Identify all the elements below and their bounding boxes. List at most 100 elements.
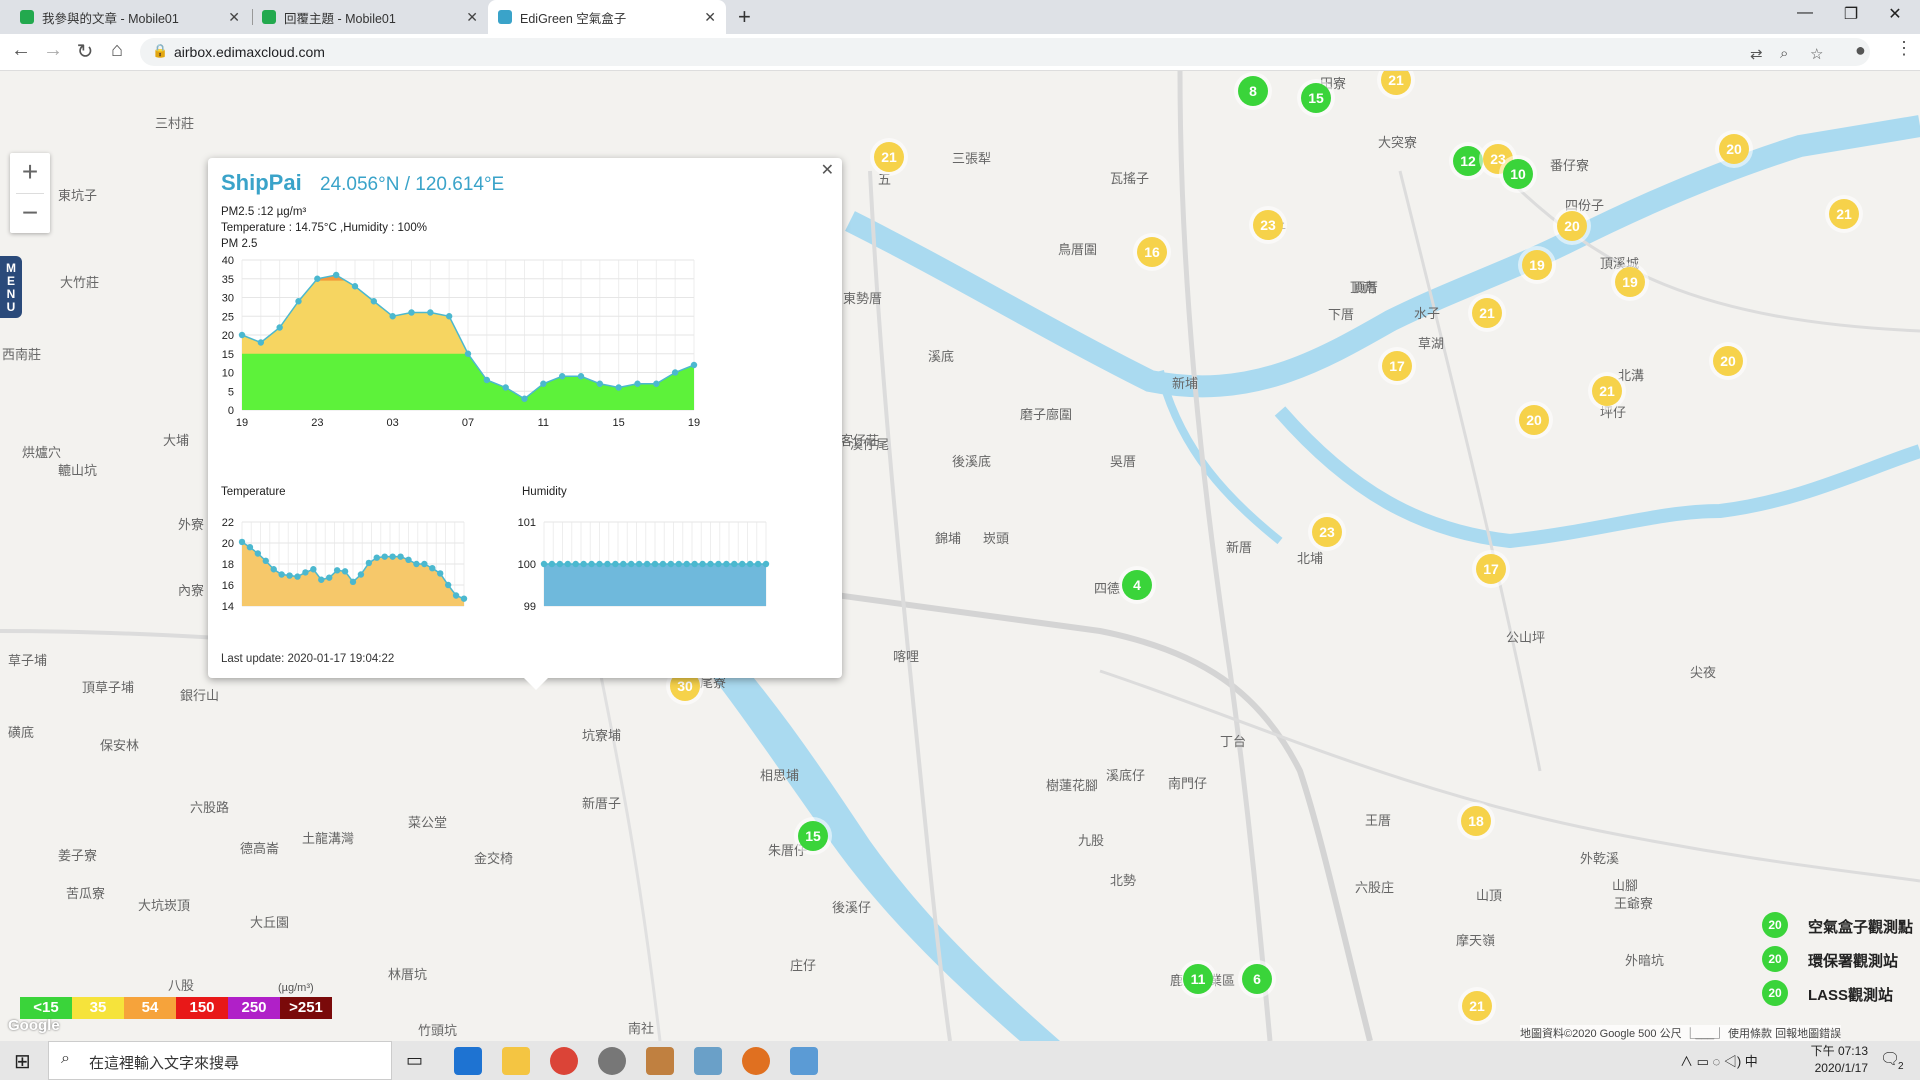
data-point (675, 560, 682, 568)
zoom-out-button[interactable]: − (10, 194, 50, 234)
file-explorer-icon[interactable] (502, 1047, 530, 1075)
airbox-marker[interactable]: 4 (1122, 570, 1152, 600)
place-label: 王厝 (1365, 813, 1392, 828)
browser-tab-3-active[interactable]: EdiGreen 空氣盒子 ✕ (488, 0, 726, 34)
airbox-marker[interactable]: 15 (1301, 83, 1331, 113)
airbox-marker[interactable]: 18 (1461, 806, 1491, 836)
browser-menu-icon[interactable]: ⋮ (1895, 38, 1913, 59)
address-bar[interactable]: 🔒 airbox.edimaxcloud.com ⇄ ⌕ ☆ (140, 38, 1870, 66)
data-point (731, 560, 738, 568)
browser-tab-1[interactable]: 我參與的文章 - Mobile01 ✕ (10, 0, 250, 34)
data-point (739, 560, 746, 568)
map-canvas[interactable]: 三村莊 東坑子 大竹莊 西南莊 烘爐穴 轆山坑 大埔 外寮 內寮 草子埔 頂草子埔 銀行山 磺底 保安林六… (0, 71, 1920, 1041)
home-button[interactable]: ⌂ (104, 39, 130, 62)
browser-tab-2[interactable]: 回覆主題 - Mobile01 ✕ (252, 0, 488, 34)
place-label: 鳥厝圍 (1058, 242, 1098, 257)
station-legend-item[interactable]: 20 空氣盒子觀測點 (1700, 910, 1920, 940)
place-label: 公山坪 (1506, 630, 1546, 645)
airbox-marker[interactable]: 19 (1522, 250, 1552, 280)
data-point (276, 324, 283, 331)
app-icon[interactable] (694, 1047, 722, 1075)
airbox-marker[interactable]: 21 (1829, 199, 1859, 229)
humidity-chart: 99 100 101 (518, 517, 770, 613)
minimize-button[interactable]: — (1790, 4, 1820, 22)
airbox-marker[interactable]: 16 (1137, 237, 1167, 267)
airbox-marker[interactable]: 20 (1557, 211, 1587, 241)
y-tick-label: 10 (222, 368, 234, 380)
reload-button[interactable]: ↻ (72, 39, 98, 64)
data-point (460, 595, 468, 602)
mobile01-favicon-icon (20, 10, 34, 24)
data-point (754, 560, 762, 568)
data-point (615, 384, 622, 391)
browser-toolbar: ← → ↻ ⌂ 🔒 airbox.edimaxcloud.com ⇄ ⌕ ☆ ●… (0, 34, 1920, 71)
airbox-marker[interactable]: 19 (1615, 267, 1645, 297)
airbox-marker[interactable]: 21 (1462, 991, 1492, 1021)
airbox-marker[interactable]: 21 (1592, 376, 1622, 406)
airbox-marker[interactable]: 23 (1253, 210, 1283, 240)
place-label: 六股路 (190, 800, 230, 815)
airbox-marker[interactable]: 10 (1503, 159, 1533, 189)
airbox-marker[interactable]: 12 (1453, 146, 1483, 176)
zoom-in-button[interactable]: + (10, 153, 50, 193)
zoom-icon[interactable]: ⌕ (1780, 45, 1788, 62)
task-view-icon[interactable]: ▭ (406, 1050, 423, 1071)
data-point (238, 538, 246, 546)
tab-title: EdiGreen 空氣盒子 (520, 11, 627, 26)
back-button[interactable]: ← (8, 39, 34, 62)
data-point (262, 557, 269, 565)
airbox-marker[interactable]: 21 (874, 142, 904, 172)
close-tab-icon[interactable]: ✕ (704, 9, 716, 26)
chrome-icon[interactable] (550, 1047, 578, 1075)
data-point (548, 560, 556, 568)
map-attribution[interactable]: 地圖資料©2020 Google 500 公尺 ⎿___⏌ 使用條款 回報地圖錯… (1520, 1025, 1842, 1041)
airbox-marker[interactable]: 17 (1476, 554, 1506, 584)
app-icon[interactable] (790, 1047, 818, 1075)
station-legend-item[interactable]: 20 LASS觀測站 (1700, 978, 1920, 1008)
restore-button[interactable]: ❐ (1836, 4, 1866, 24)
station-legend-item[interactable]: 20 環保署觀測站 (1700, 944, 1920, 974)
data-point (445, 313, 453, 320)
app-icon[interactable] (742, 1047, 770, 1075)
data-point (341, 568, 349, 575)
temperature-chart-label: Temperature (221, 486, 286, 498)
data-point (429, 565, 436, 572)
close-window-button[interactable]: ✕ (1880, 4, 1910, 24)
taskbar-clock[interactable]: 下午 07:13 2020/1/17 (1800, 1043, 1868, 1077)
y-tick-label: 25 (222, 311, 234, 323)
system-tray-icons[interactable]: ∧ ▭ ◌ ◁) 中 (1680, 1051, 1758, 1070)
place-label: 菜公堂 (408, 815, 448, 830)
menu-letter: U (6, 300, 16, 314)
windows-start-icon[interactable]: ⊞ (14, 1049, 31, 1074)
airbox-marker[interactable]: 8 (1238, 76, 1268, 106)
menu-tab-button[interactable]: MENU (0, 256, 22, 318)
app-icon[interactable] (646, 1047, 674, 1075)
airbox-marker[interactable]: 11 (1183, 964, 1213, 994)
new-tab-button[interactable]: + (738, 4, 751, 30)
bookmark-star-icon[interactable]: ☆ (1810, 45, 1823, 63)
edge-icon[interactable] (454, 1047, 482, 1075)
close-popup-icon[interactable]: ✕ (821, 160, 834, 180)
data-point (540, 380, 547, 387)
airbox-marker[interactable]: 15 (798, 821, 828, 851)
place-label: 外寮 (178, 517, 205, 532)
place-label: 保安林 (100, 738, 140, 753)
place-label: 溪底 (928, 349, 955, 364)
airbox-marker[interactable]: 6 (1242, 964, 1272, 994)
translate-icon[interactable]: ⇄ (1750, 45, 1763, 63)
forward-button[interactable]: → (40, 39, 66, 62)
airbox-marker[interactable]: 21 (1472, 298, 1502, 328)
airbox-marker[interactable]: 23 (1312, 517, 1342, 547)
close-tab-icon[interactable]: ✕ (466, 9, 478, 26)
airbox-marker[interactable]: 20 (1719, 134, 1749, 164)
temperature-chart: 14 16 18 20 22 (222, 517, 468, 613)
data-point (270, 566, 277, 573)
airbox-marker[interactable]: 20 (1519, 405, 1549, 435)
data-point (302, 569, 309, 576)
app-icon[interactable] (598, 1047, 626, 1075)
airbox-marker[interactable]: 20 (1713, 346, 1743, 376)
close-tab-icon[interactable]: ✕ (228, 9, 240, 26)
airbox-marker[interactable]: 17 (1382, 351, 1412, 381)
taskbar-search-box[interactable]: ⌕ 在這裡輸入文字來搜尋 (48, 1041, 392, 1080)
profile-icon[interactable]: ● (1855, 40, 1866, 61)
